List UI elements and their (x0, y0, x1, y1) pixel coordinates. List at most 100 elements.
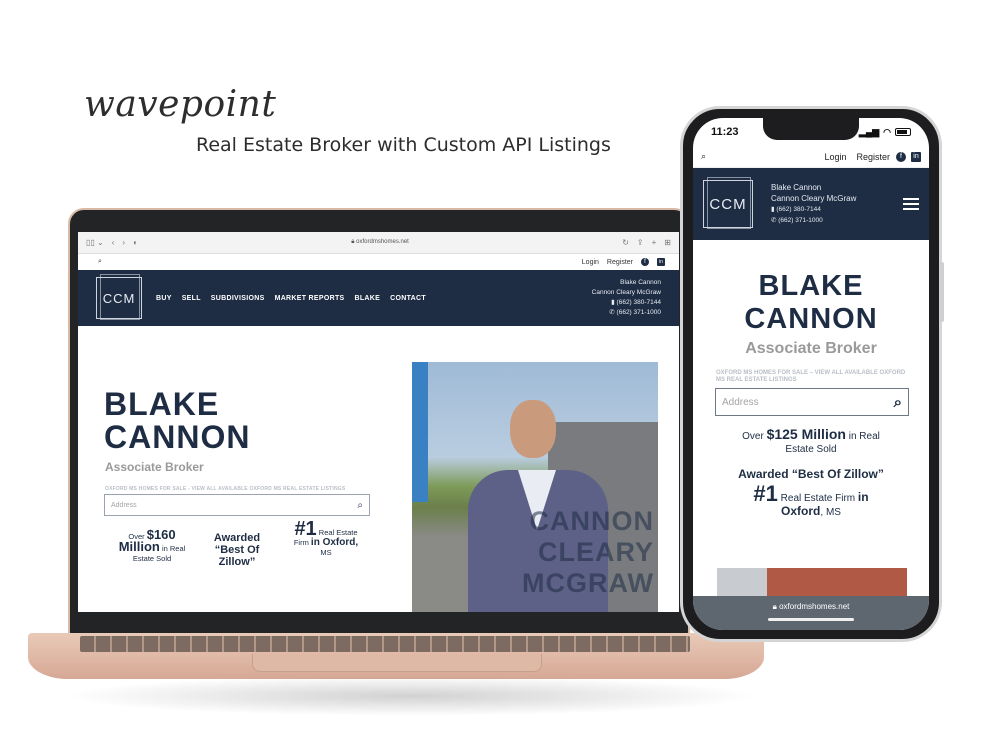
wifi-icon: ◠ (883, 126, 891, 137)
search-icon[interactable]: ⌕ (98, 258, 102, 266)
hero-name: BLAKE CANNON (104, 388, 250, 454)
mobile-hero: BLAKE CANNON Associate Broker OXFORD MS … (693, 240, 929, 519)
new-tab-icon[interactable]: + (652, 238, 657, 247)
phone-screen: 11:23 ▂▄▆ ◠ ⌕ Login Register f in CCM Bl… (693, 118, 929, 630)
brand-tagline: Real Estate Broker with Custom API Listi… (196, 134, 611, 156)
facebook-icon[interactable]: f (641, 258, 649, 266)
lock-icon: 🔒︎ (351, 239, 355, 245)
overlay-line3: MCGRAW (522, 568, 654, 598)
mobile-stat-rank-number: #1 (753, 481, 778, 506)
mobile-ccm-logo[interactable]: CCM (703, 177, 753, 229)
address-bar-url: oxfordmshomes.net (356, 239, 409, 245)
phone-icon: ✆ (609, 309, 617, 316)
nav-blake[interactable]: BLAKE (355, 295, 381, 302)
nav-sell[interactable]: SELL (182, 295, 201, 302)
reload-icon[interactable]: ↻ (622, 238, 629, 247)
stat-zillow: Awarded “Best Of Zillow” (202, 532, 272, 568)
agent-photo: CANNON CLEARY MCGRAW (412, 362, 658, 612)
contact-firm: Cannon Cleary McGraw (591, 289, 661, 296)
nav-buy[interactable]: BUY (156, 295, 172, 302)
lock-icon: 🔒︎ (772, 602, 777, 611)
address-search[interactable]: Address ⌕ (104, 494, 370, 516)
stat-zillow-line1: Awarded (213, 532, 261, 544)
contact-phone-2: (662) 371-1000 (616, 309, 661, 316)
contact-phone-mobile[interactable]: ▮ (662) 380-7144 (592, 298, 661, 308)
phone-notch (763, 118, 859, 140)
stat-rank-city: in Oxford, (310, 537, 359, 548)
mobile-stat-sales-amount: $125 Million (766, 426, 846, 442)
nav-subdivisions[interactable]: SUBDIVISIONS (211, 295, 265, 302)
hero-name-line1: BLAKE (104, 386, 220, 422)
mobile-stat-zillow: Awarded “Best Of Zillow” (738, 467, 884, 481)
search-icon[interactable]: ⌕ (894, 394, 902, 411)
stat-sales-amount-unit: Million (118, 539, 160, 554)
back-icon[interactable]: ‹ (112, 238, 115, 247)
laptop-shadow (60, 676, 760, 716)
stat-rank-state: MS (320, 548, 332, 557)
hero-subtitle: OXFORD MS HOMES FOR SALE - VIEW ALL AVAI… (105, 486, 346, 492)
hamburger-menu-icon[interactable] (903, 198, 919, 210)
stat-rank: #1 Real Estate Firm in Oxford, MS (280, 519, 372, 558)
mobile-hero-role: Associate Broker (745, 340, 877, 357)
brand-logo: wavepoint (84, 84, 277, 125)
mobile-header-contact: Blake Cannon Cannon Cleary McGraw ▮ (662… (771, 182, 856, 226)
mobile-login-link[interactable]: Login (824, 152, 846, 162)
forward-icon[interactable]: › (122, 238, 125, 247)
nav-market-reports[interactable]: MARKET REPORTS (275, 295, 345, 302)
stat-sales: Over $160 Million in Real Estate Sold (102, 528, 202, 564)
overlay-line1: CANNON (529, 506, 654, 536)
photo-person-head (510, 400, 556, 458)
mobile-contact-phone-mobile[interactable]: ▮ (662) 380-7144 (771, 204, 856, 215)
laptop-screen: ▯▯ ⌄ ‹ › ◐ 🔒︎ oxfordmshomes.net ↻ ⇪ + ⊞ … (78, 232, 679, 612)
signal-icon: ▂▄▆ (858, 126, 880, 137)
mobile-stat-sales-pre: Over (742, 431, 764, 442)
contact-phone-1: (662) 380-7144 (616, 299, 661, 306)
search-icon[interactable]: ⌕ (357, 500, 363, 511)
mobile-stat-rank-post: Real Estate Firm (780, 493, 856, 504)
address-search-placeholder: Address (111, 501, 137, 509)
mobile-address-placeholder: Address (722, 396, 759, 408)
header-contact: Blake Cannon Cannon Cleary McGraw ▮ (662… (592, 278, 661, 318)
mobile-contact-name: Blake Cannon (771, 183, 822, 192)
status-icons: ▂▄▆ ◠ (859, 127, 911, 138)
mobile-url[interactable]: oxfordmshomes.net (779, 602, 849, 611)
hero-role: Associate Broker (105, 460, 204, 474)
nav-contact[interactable]: CONTACT (390, 295, 426, 302)
shield-icon[interactable]: ◐ (133, 238, 138, 247)
mobile-stat-rank-in: in (857, 490, 869, 504)
mobile-address-search[interactable]: Address ⌕ (715, 388, 909, 416)
ccm-logo[interactable]: CCM (96, 274, 142, 320)
mobile-contact-phone-office[interactable]: ✆ (662) 371-1000 (771, 215, 856, 226)
share-icon[interactable]: ⇪ (637, 238, 644, 247)
facebook-icon[interactable]: f (896, 151, 906, 162)
phone-side-button (940, 262, 944, 322)
stat-rank-firm: Firm (293, 538, 309, 547)
browser-toolbar: ▯▯ ⌄ ‹ › ◐ 🔒︎ oxfordmshomes.net ↻ ⇪ + ⊞ (78, 232, 679, 254)
address-bar[interactable]: 🔒︎ oxfordmshomes.net (146, 239, 614, 246)
utility-bar: ⌕ Login Register f in (78, 254, 679, 270)
stat-rank-post: Real Estate (318, 528, 358, 537)
stat-zillow-line2: “Best Of (214, 544, 260, 556)
stat-sales-post: in Real (161, 544, 186, 553)
home-indicator[interactable] (768, 618, 854, 621)
linkedin-icon[interactable]: in (657, 258, 665, 266)
register-link[interactable]: Register (607, 259, 633, 266)
login-link[interactable]: Login (582, 259, 599, 266)
mobile-hero-subtitle: OXFORD MS HOMES FOR SALE – VIEW ALL AVAI… (716, 370, 906, 383)
sidebar-toggle-icon[interactable]: ▯▯ ⌄ (86, 238, 104, 247)
firm-overlay-text: CANNON CLEARY MCGRAW (522, 506, 654, 599)
contact-phone-office[interactable]: ✆ (662) 371-1000 (592, 308, 661, 318)
mobile-hero-name-line2: CANNON (744, 303, 878, 335)
mobile-header: CCM Blake Cannon Cannon Cleary McGraw ▮ … (693, 168, 929, 240)
stat-zillow-line3: Zillow” (218, 556, 256, 568)
laptop-trackpad (252, 654, 542, 672)
laptop-keyboard (80, 636, 690, 652)
photo-pillar (412, 362, 428, 502)
mobile-hero-name: BLAKE CANNON (693, 270, 929, 336)
main-nav: BUY SELL SUBDIVISIONS MARKET REPORTS BLA… (156, 295, 426, 302)
linkedin-icon[interactable]: in (911, 151, 921, 162)
mobile-browser-bar: 🔒︎ oxfordmshomes.net (693, 596, 929, 630)
mobile-register-link[interactable]: Register (856, 152, 890, 162)
search-icon[interactable]: ⌕ (701, 151, 706, 162)
tabs-overview-icon[interactable]: ⊞ (664, 238, 671, 247)
